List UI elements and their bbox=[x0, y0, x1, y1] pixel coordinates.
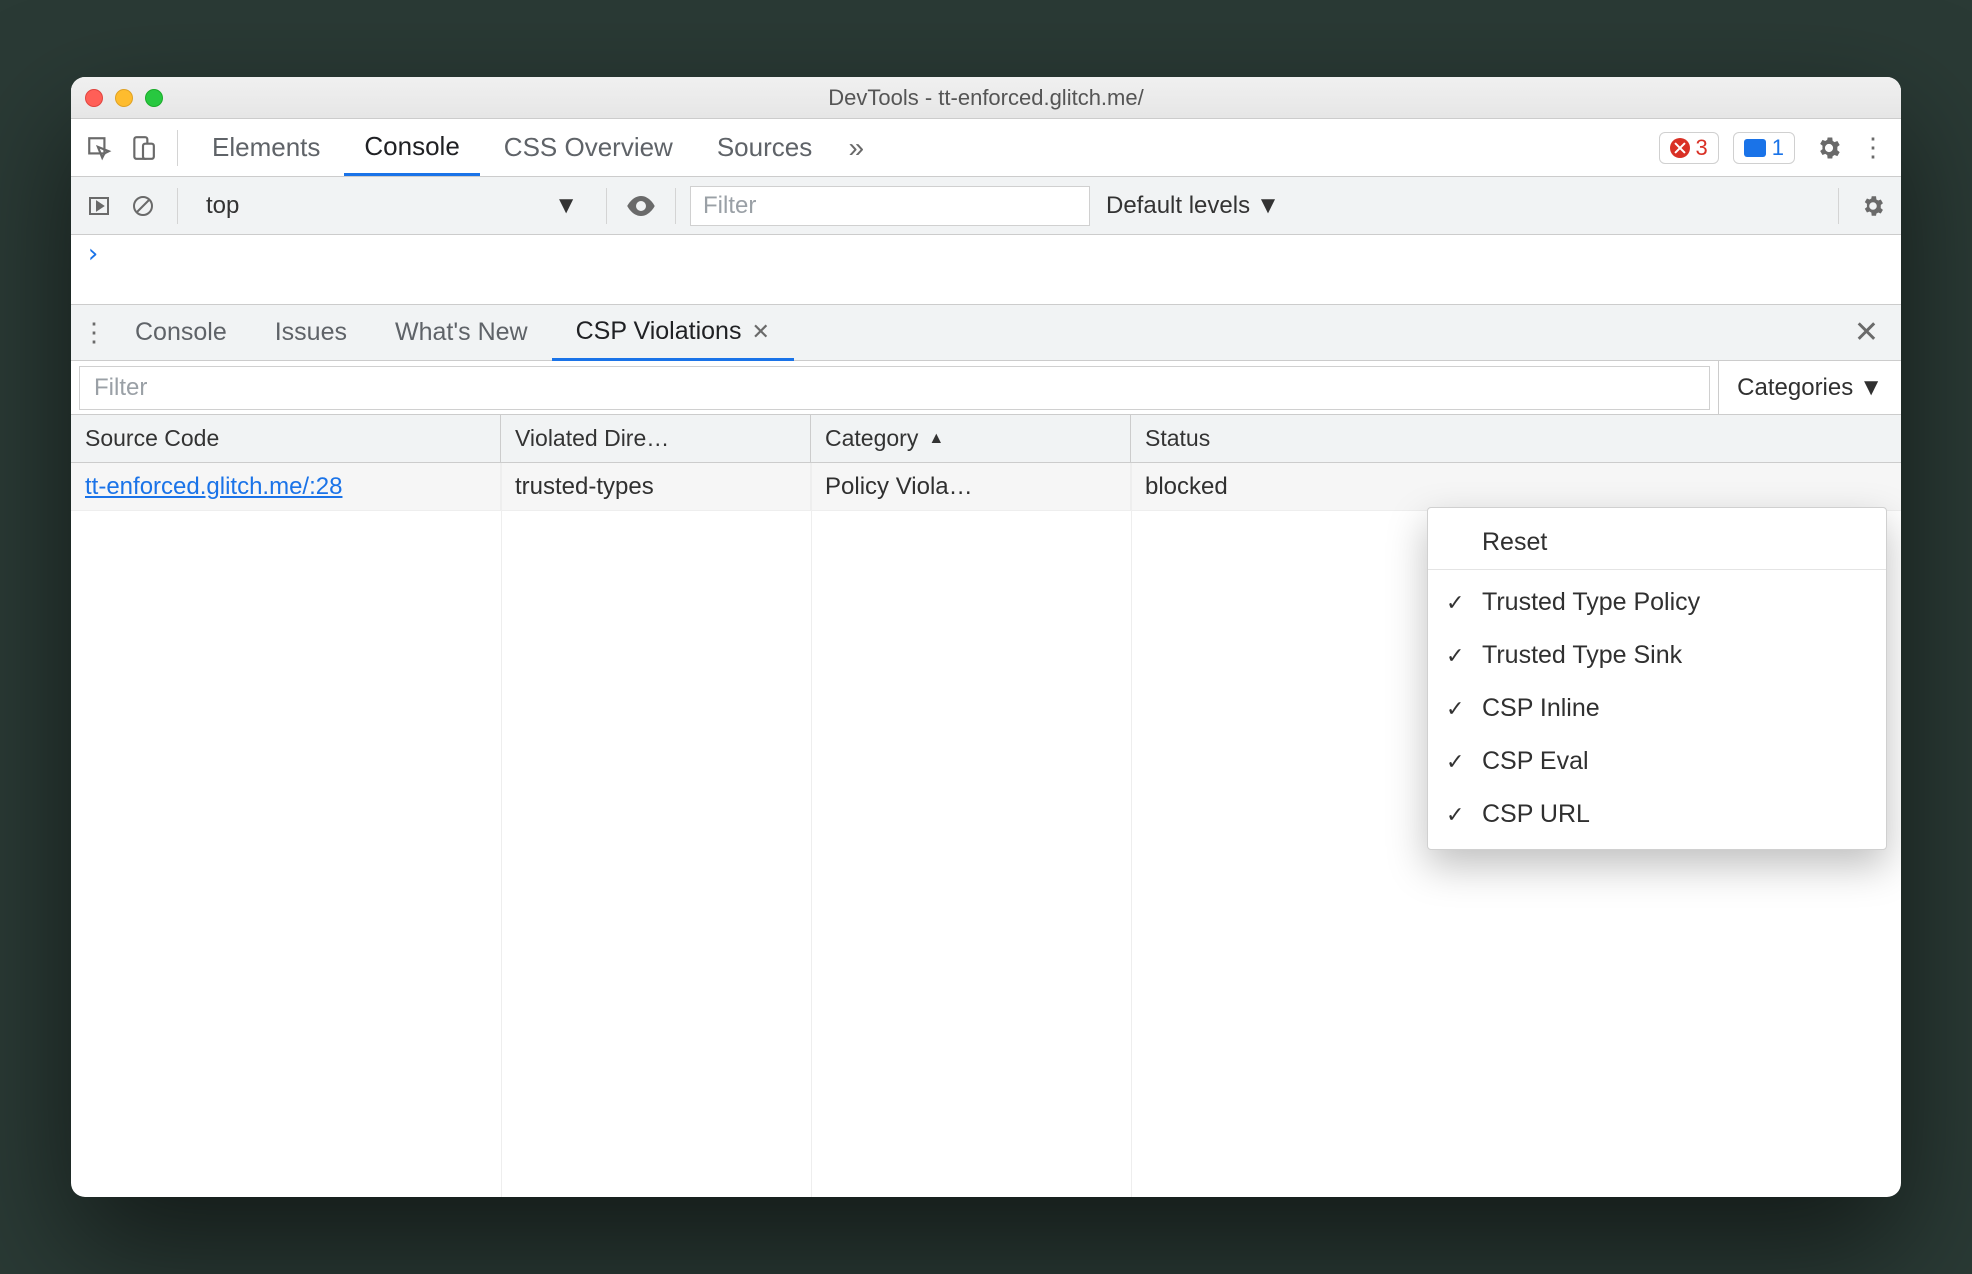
divider bbox=[675, 188, 676, 224]
tab-elements[interactable]: Elements bbox=[192, 119, 340, 176]
console-settings-icon[interactable] bbox=[1853, 186, 1893, 226]
check-icon: ✓ bbox=[1446, 643, 1464, 669]
menu-reset[interactable]: Reset bbox=[1428, 516, 1886, 570]
menu-item-trusted-type-sink[interactable]: ✓ Trusted Type Sink bbox=[1428, 629, 1886, 682]
violations-filter-input[interactable] bbox=[79, 366, 1710, 410]
clear-console-icon[interactable] bbox=[123, 186, 163, 226]
close-drawer-icon[interactable]: ✕ bbox=[1838, 315, 1895, 350]
check-icon: ✓ bbox=[1446, 802, 1464, 828]
col-violated-directive[interactable]: Violated Dire… bbox=[501, 415, 811, 462]
device-toggle-icon[interactable] bbox=[123, 128, 163, 168]
drawer-tab-console[interactable]: Console bbox=[111, 305, 251, 360]
kebab-icon[interactable]: ⋮ bbox=[1853, 128, 1893, 168]
cell-source-code[interactable]: tt-enforced.glitch.me/:28 bbox=[85, 473, 342, 501]
settings-icon[interactable] bbox=[1809, 128, 1849, 168]
check-icon: ✓ bbox=[1446, 590, 1464, 616]
divider bbox=[177, 130, 178, 166]
inspect-icon[interactable] bbox=[79, 128, 119, 168]
titlebar: DevTools - tt-enforced.glitch.me/ bbox=[71, 77, 1901, 119]
close-tab-icon[interactable]: ✕ bbox=[751, 319, 769, 345]
col-status[interactable]: Status bbox=[1131, 415, 1901, 462]
categories-dropdown[interactable]: Categories ▼ bbox=[1718, 361, 1901, 414]
window-controls bbox=[85, 89, 163, 107]
menu-item-trusted-type-policy[interactable]: ✓ Trusted Type Policy bbox=[1428, 576, 1886, 629]
divider bbox=[177, 188, 178, 224]
check-icon: ✓ bbox=[1446, 696, 1464, 722]
console-prompt-icon: › bbox=[85, 239, 101, 269]
table-row[interactable]: tt-enforced.glitch.me/:28 trusted-types … bbox=[71, 463, 1901, 511]
menu-item-csp-eval[interactable]: ✓ CSP Eval bbox=[1428, 735, 1886, 788]
drawer-tab-issues[interactable]: Issues bbox=[251, 305, 371, 360]
categories-menu: Reset ✓ Trusted Type Policy ✓ Trusted Ty… bbox=[1427, 507, 1887, 850]
chevron-down-icon: ▼ bbox=[1859, 374, 1883, 402]
message-count-badge[interactable]: 1 bbox=[1733, 132, 1795, 164]
console-toolbar: top ▼ Default levels ▼ bbox=[71, 177, 1901, 235]
message-count: 1 bbox=[1772, 135, 1784, 161]
divider bbox=[1838, 188, 1839, 224]
divider bbox=[606, 188, 607, 224]
devtools-window: DevTools - tt-enforced.glitch.me/ Elemen… bbox=[71, 77, 1901, 1197]
live-expression-icon[interactable] bbox=[621, 186, 661, 226]
context-value: top bbox=[206, 192, 239, 220]
drawer-tab-whats-new[interactable]: What's New bbox=[371, 305, 552, 360]
chevron-down-icon: ▼ bbox=[1256, 192, 1280, 220]
sidebar-toggle-icon[interactable] bbox=[79, 186, 119, 226]
cell-category: Policy Viola… bbox=[811, 463, 1131, 510]
drawer-menu-icon[interactable]: ⋮ bbox=[77, 317, 111, 348]
levels-label: Default levels bbox=[1106, 192, 1250, 220]
console-output[interactable]: › bbox=[71, 235, 1901, 305]
zoom-icon[interactable] bbox=[145, 89, 163, 107]
check-icon: ✓ bbox=[1446, 749, 1464, 775]
col-category[interactable]: Category ▲ bbox=[811, 415, 1131, 462]
chevron-down-icon: ▼ bbox=[554, 192, 578, 220]
drawer-tabstrip: ⋮ Console Issues What's New CSP Violatio… bbox=[71, 305, 1901, 361]
context-selector[interactable]: top ▼ bbox=[192, 186, 592, 226]
tab-css-overview[interactable]: CSS Overview bbox=[484, 119, 693, 176]
close-icon[interactable] bbox=[85, 89, 103, 107]
cell-status: blocked bbox=[1131, 463, 1901, 510]
drawer-tab-label: CSP Violations bbox=[576, 317, 742, 346]
menu-item-csp-inline[interactable]: ✓ CSP Inline bbox=[1428, 682, 1886, 735]
table-header: Source Code Violated Dire… Category ▲ St… bbox=[71, 415, 1901, 463]
drawer-tab-csp-violations[interactable]: CSP Violations ✕ bbox=[552, 306, 794, 361]
error-count: 3 bbox=[1696, 135, 1708, 161]
minimize-icon[interactable] bbox=[115, 89, 133, 107]
more-tabs-icon[interactable]: » bbox=[836, 128, 876, 168]
window-title: DevTools - tt-enforced.glitch.me/ bbox=[71, 85, 1901, 111]
sort-asc-icon: ▲ bbox=[928, 430, 944, 448]
cell-directive: trusted-types bbox=[501, 463, 811, 510]
tab-sources[interactable]: Sources bbox=[697, 119, 832, 176]
error-icon bbox=[1670, 138, 1690, 158]
categories-label: Categories bbox=[1737, 374, 1853, 402]
violations-filter-row: Categories ▼ bbox=[71, 361, 1901, 415]
menu-item-csp-url[interactable]: ✓ CSP URL bbox=[1428, 788, 1886, 841]
console-filter-input[interactable] bbox=[690, 186, 1090, 226]
tab-console[interactable]: Console bbox=[344, 119, 479, 176]
error-count-badge[interactable]: 3 bbox=[1659, 132, 1719, 164]
log-levels-selector[interactable]: Default levels ▼ bbox=[1106, 192, 1280, 220]
main-tabstrip: Elements Console CSS Overview Sources » … bbox=[71, 119, 1901, 177]
message-icon bbox=[1744, 139, 1766, 157]
col-source-code[interactable]: Source Code bbox=[71, 415, 501, 462]
